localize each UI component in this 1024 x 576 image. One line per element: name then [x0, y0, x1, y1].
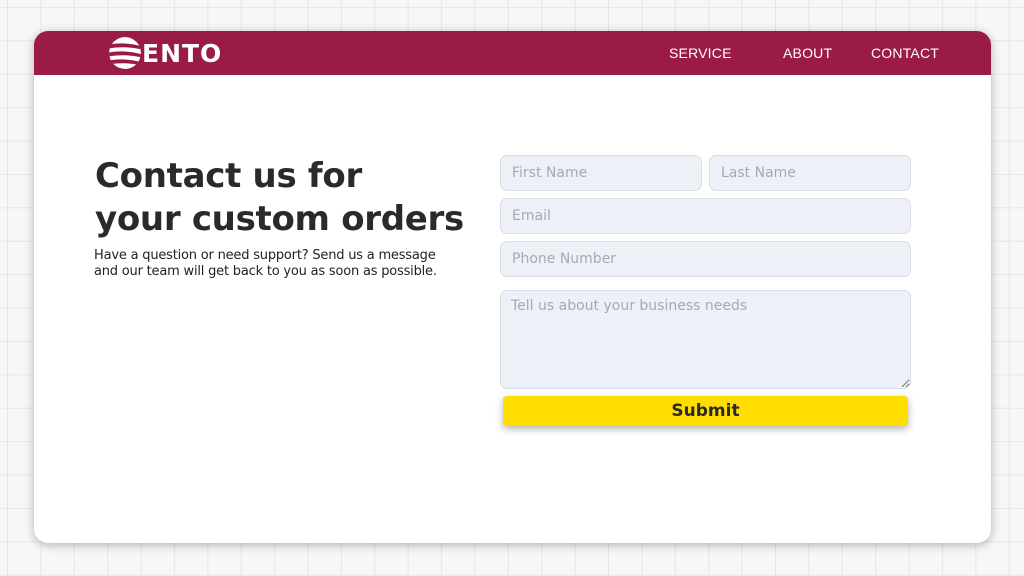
phone-number-field[interactable]: [500, 241, 911, 277]
page-title-line-2: your custom orders: [95, 199, 464, 239]
nav-service-link[interactable]: SERVICE: [669, 45, 732, 61]
email-field[interactable]: [500, 198, 911, 234]
striped-globe-icon: [109, 37, 141, 69]
nav-about-link[interactable]: ABOUT: [783, 45, 832, 61]
page-title-line-1: Contact us for: [95, 156, 362, 196]
business-needs-textarea[interactable]: [500, 290, 911, 389]
brand-logo[interactable]: ENTO: [108, 35, 222, 71]
navbar: ENTO SERVICE ABOUT CONTACT: [34, 31, 991, 75]
page-description-line-2: and our team will get back to you as soo…: [94, 264, 437, 279]
nav-contact-link[interactable]: CONTACT: [871, 45, 939, 61]
submit-button[interactable]: Submit: [503, 396, 908, 426]
last-name-field[interactable]: [709, 155, 911, 191]
page-description-line-1: Have a question or need support? Send us…: [94, 248, 436, 263]
first-name-field[interactable]: [500, 155, 702, 191]
page-description: Have a question or need support? Send us…: [94, 248, 474, 280]
brand-name: ENTO: [142, 38, 223, 68]
page-title: Contact us for your custom orders: [95, 155, 475, 241]
contact-page-window: ENTO SERVICE ABOUT CONTACT Contact us fo…: [34, 31, 991, 543]
